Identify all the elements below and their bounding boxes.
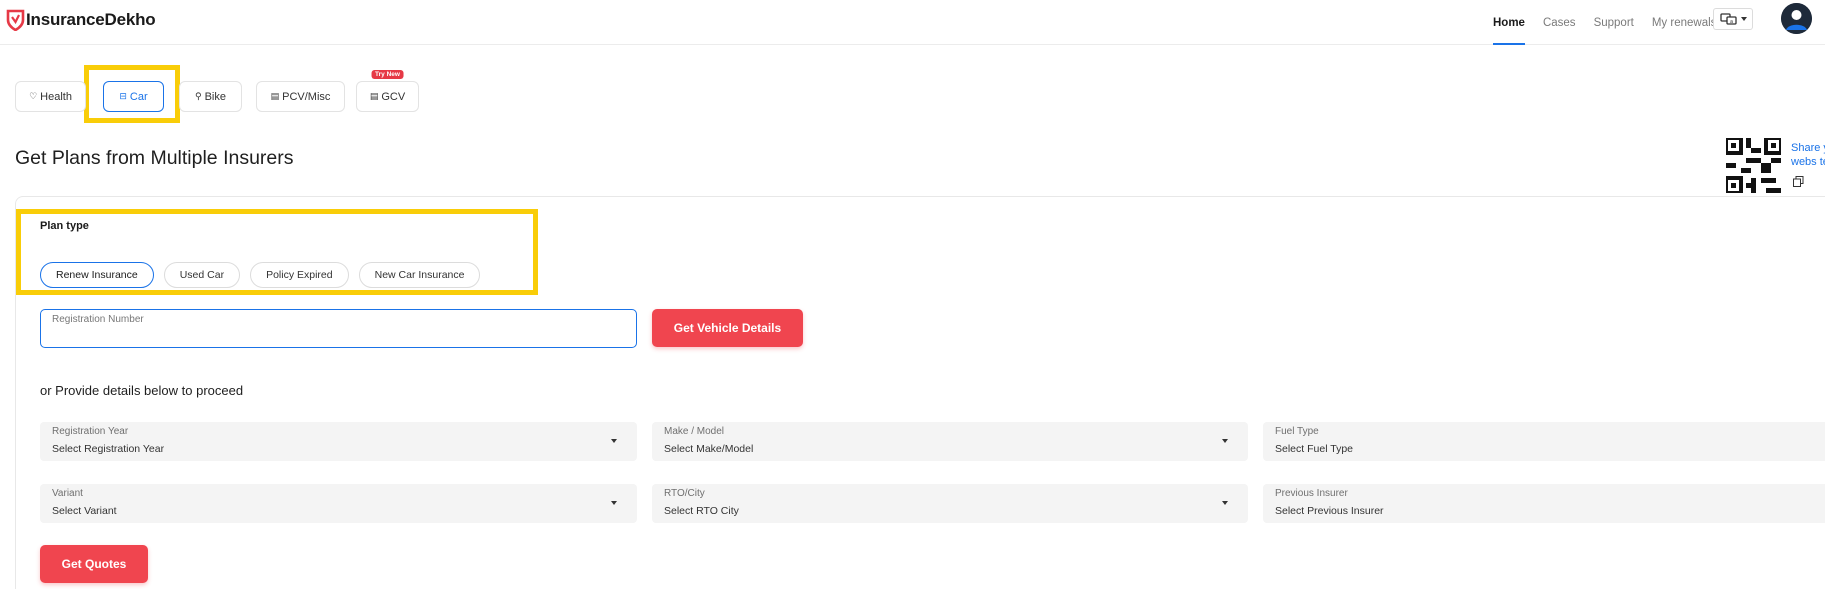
car-icon: ⊟ [119,91,127,101]
plan-policy-expired[interactable]: Policy Expired [250,262,349,288]
registration-year-select[interactable]: Registration Year Select Registration Ye… [40,422,637,461]
brand-name: InsuranceDekho [26,9,156,29]
share-website-link[interactable]: Share y webs te [1791,141,1825,169]
share-text-line1: Share y [1791,142,1825,154]
tab-health[interactable]: ♡ Health [15,81,86,112]
nav-home[interactable]: Home [1493,0,1525,45]
get-vehicle-details-button[interactable]: Get Vehicle Details [652,309,803,347]
make-model-select[interactable]: Make / Model Select Make/Model [652,422,1248,461]
language-icon: a [1719,13,1737,25]
fuel-type-select[interactable]: Fuel Type Select Fuel Type [1263,422,1825,461]
product-tabs: ♡ Health ⊟ Car ⚲ Bike ▤ PCV/Misc Try New… [15,70,430,112]
top-header: InsuranceDekho Home Cases Support My ren… [0,0,1825,45]
rto-city-select[interactable]: RTO/City Select RTO City [652,484,1248,523]
plan-type-label: Plan type [40,220,89,232]
tab-gcv[interactable]: Try New ▤ GCV [356,70,419,112]
page-title: Get Plans from Multiple Insurers [15,147,294,169]
user-avatar-icon[interactable] [1781,3,1812,34]
svg-text:a: a [1729,19,1732,25]
qr-code-icon[interactable] [1726,138,1781,193]
plan-renew-insurance[interactable]: Renew Insurance [40,262,154,288]
make-model-value: Select Make/Model [664,443,754,455]
plan-used-car[interactable]: Used Car [163,262,241,288]
tab-health-label: Health [40,90,72,103]
variant-select[interactable]: Variant Select Variant [40,484,637,523]
previous-insurer-label: Previous Insurer [1275,488,1348,499]
registration-number-label: Registration Number [52,314,144,325]
language-selector[interactable]: a [1713,8,1753,30]
chevron-down-icon [1222,439,1228,443]
rto-city-value: Select RTO City [664,505,739,517]
tab-pcv-label: PCV/Misc [282,90,331,103]
nav-my-renewals[interactable]: My renewals [1652,0,1717,45]
get-quotes-button[interactable]: Get Quotes [40,545,148,583]
bike-icon: ⚲ [195,91,202,101]
share-text-line2: webs te [1791,156,1825,168]
tab-bike[interactable]: ⚲ Bike [179,81,242,112]
plan-type-options: Renew Insurance Used Car Policy Expired … [40,262,490,288]
variant-label: Variant [52,488,83,499]
fuel-type-value: Select Fuel Type [1275,443,1354,455]
main-nav: Home Cases Support My renewals [1493,0,1734,45]
shield-logo-icon [6,9,25,31]
registration-year-value: Select Registration Year [52,443,165,455]
nav-support[interactable]: Support [1594,0,1634,45]
brand-logo[interactable]: InsuranceDekho [6,8,156,31]
chevron-down-icon [1740,17,1747,21]
previous-insurer-value: Select Previous Insurer [1275,505,1384,517]
try-new-badge: Try New [371,70,404,79]
plan-new-car-insurance[interactable]: New Car Insurance [358,262,481,288]
or-provide-details-text: or Provide details below to proceed [40,383,244,398]
variant-value: Select Variant [52,505,117,517]
chevron-down-icon [611,439,617,443]
make-model-label: Make / Model [664,426,725,437]
avatar-graphic [1781,3,1812,34]
nav-cases[interactable]: Cases [1543,0,1576,45]
registration-year-label: Registration Year [52,426,129,437]
registration-number-input[interactable]: Registration Number [40,309,637,348]
previous-insurer-select[interactable]: Previous Insurer Select Previous Insurer [1263,484,1825,523]
tab-car[interactable]: ⊟ Car [103,81,164,112]
tab-bike-label: Bike [204,90,226,103]
tab-gcv-label: GCV [381,90,406,103]
tab-pcv-misc[interactable]: ▤ PCV/Misc [256,81,345,112]
copy-icon[interactable] [1793,176,1804,187]
bus-icon: ▤ [270,91,280,101]
heart-icon: ♡ [29,91,38,101]
chevron-down-icon [611,501,617,505]
fuel-type-label: Fuel Type [1275,426,1319,437]
truck-icon: ▤ [369,91,379,101]
chevron-down-icon [1222,501,1228,505]
tab-car-label: Car [129,90,148,103]
rto-city-label: RTO/City [664,488,705,499]
